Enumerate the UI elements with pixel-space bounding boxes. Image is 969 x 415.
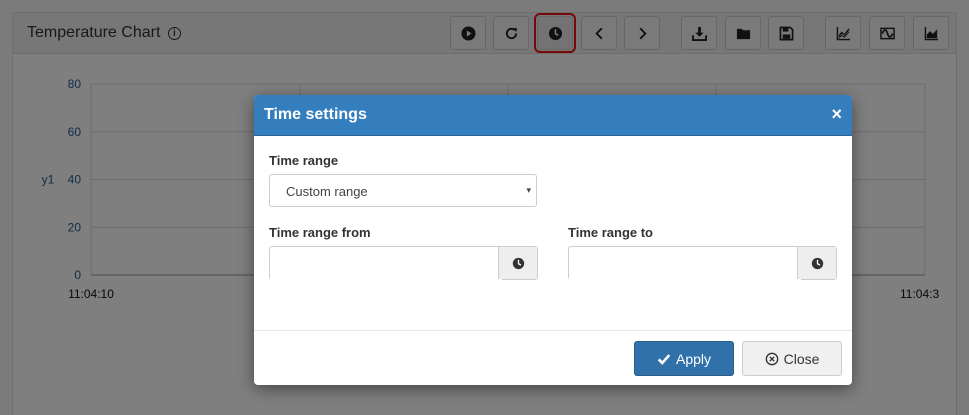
checkmark-icon (657, 353, 671, 365)
time-range-select[interactable]: Custom range ▾ (269, 174, 537, 207)
dialog-header: Time settings × (254, 95, 852, 136)
time-range-to-picker-button[interactable] (797, 247, 836, 279)
close-button[interactable]: Close (742, 341, 842, 376)
time-settings-dialog: Time settings × Time range Custom range … (254, 95, 852, 385)
clock-icon (512, 257, 524, 269)
clock-icon (811, 257, 823, 269)
time-range-from-input[interactable] (270, 247, 502, 281)
dialog-title: Time settings (264, 106, 367, 123)
time-range-to-group (568, 246, 837, 281)
time-range-from-picker-button[interactable] (498, 247, 537, 279)
apply-button[interactable]: Apply (634, 341, 734, 376)
time-range-to-input[interactable] (569, 247, 801, 281)
time-range-from-group (269, 246, 538, 281)
time-range-label: Time range (269, 153, 339, 168)
dialog-footer: Apply Close (254, 330, 852, 385)
close-icon[interactable]: × (831, 104, 842, 125)
time-range-to-label: Time range to (568, 225, 654, 240)
time-range-value: Custom range (286, 184, 368, 199)
close-circle-icon (765, 352, 778, 365)
close-label: Close (783, 350, 820, 367)
chevron-down-icon: ▾ (526, 185, 531, 195)
time-range-from-label: Time range from (269, 225, 371, 240)
apply-label: Apply (675, 350, 712, 367)
